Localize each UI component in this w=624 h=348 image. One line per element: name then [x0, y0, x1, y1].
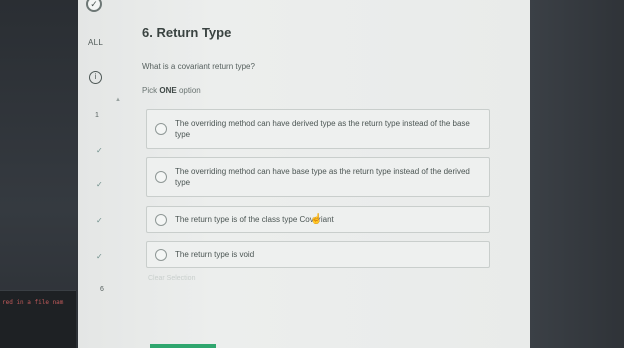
answered-check-icon[interactable]: ✓	[96, 216, 103, 225]
question-number-1[interactable]: 1	[95, 112, 99, 119]
clear-selection-button[interactable]: Clear Selection	[148, 275, 195, 282]
radio-button[interactable]	[155, 248, 167, 261]
answer-option[interactable]: The return type is void	[146, 241, 490, 268]
pick-emphasis: ONE	[159, 86, 177, 95]
test-screen: ✓ ALL i ▲ 1 ✓ ✓ ✓ ✓ 6 6. Return Type Wha…	[78, 0, 530, 348]
question-navigation-rail: ✓ ALL i ▲ 1 ✓ ✓ ✓ ✓ 6	[78, 0, 134, 348]
option-label: The overriding method can have base type…	[175, 167, 470, 187]
question-number-6[interactable]: 6	[100, 286, 104, 293]
mouse-cursor-icon: ☝	[310, 214, 323, 225]
info-icon[interactable]: i	[89, 71, 102, 84]
answered-check-icon[interactable]: ✓	[96, 180, 103, 189]
terminal-window: red in a file nam	[0, 290, 76, 348]
pick-prefix: Pick	[142, 86, 158, 95]
submit-button[interactable]	[150, 344, 216, 348]
question-prompt: What is a covariant return type?	[142, 62, 255, 71]
caret-up-icon: ▲	[115, 97, 121, 103]
radio-button[interactable]	[155, 171, 167, 183]
answered-check-icon[interactable]: ✓	[96, 252, 103, 261]
question-title: 6. Return Type	[142, 25, 232, 40]
background-right-edge	[530, 0, 624, 348]
option-label: The return type is void	[175, 250, 255, 259]
pick-instruction: Pick ONE option	[142, 86, 201, 95]
answered-check-icon[interactable]: ✓	[96, 146, 103, 155]
nav-top-icon[interactable]: ✓	[86, 0, 102, 12]
terminal-text: red in a file nam	[2, 299, 64, 306]
answer-option[interactable]: The overriding method can have derived t…	[146, 109, 490, 149]
filter-all[interactable]: ALL	[88, 38, 103, 47]
radio-button[interactable]	[155, 123, 167, 135]
option-label: The overriding method can have derived t…	[175, 119, 470, 139]
answer-option[interactable]: The overriding method can have base type…	[146, 157, 490, 197]
radio-button[interactable]	[155, 213, 167, 226]
pick-suffix: option	[178, 86, 201, 95]
